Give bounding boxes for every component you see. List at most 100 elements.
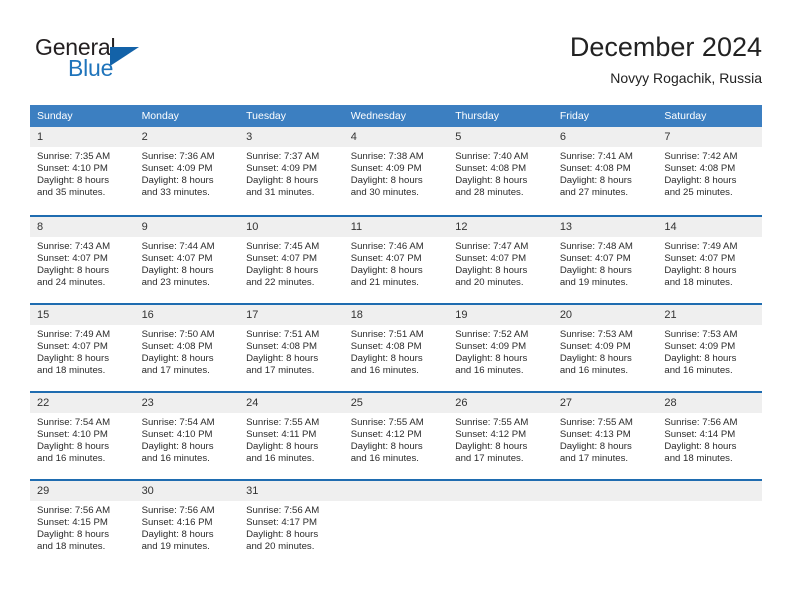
- daylight-text-line1: Daylight: 8 hours: [37, 264, 109, 276]
- table-cell[interactable]: 18 Sunrise: 7:51 AM Sunset: 4:08 PM Dayligh…: [343, 303, 449, 391]
- table-cell[interactable]: 4 Sunrise: 7:38 AM Sunset: 4:09 PM Daylight…: [343, 127, 449, 215]
- day-cell-empty: [657, 479, 762, 567]
- day-number: 29: [30, 481, 135, 501]
- calendar-body: 1 Sunrise: 7:35 AM Sunset: 4:10 PM Daylight…: [30, 127, 762, 567]
- table-cell[interactable]: 23 Sunrise: 7:54 AM Sunset: 4:10 PM Dayligh…: [134, 391, 240, 479]
- day-cell: 10 Sunrise: 7:45 AM Sunset: 4:07 PM Dayligh…: [239, 215, 344, 303]
- day-details: Sunrise: 7:41 AM Sunset: 4:08 PM Daylight:…: [553, 147, 658, 199]
- day-details: Sunrise: 7:52 AM Sunset: 4:09 PM Daylight:…: [448, 325, 553, 377]
- table-cell[interactable]: 20 Sunrise: 7:53 AM Sunset: 4:09 PM Dayligh…: [552, 303, 658, 391]
- day-cell: 24 Sunrise: 7:55 AM Sunset: 4:11 PM Dayligh…: [239, 391, 344, 479]
- table-cell[interactable]: [343, 479, 449, 567]
- table-cell[interactable]: 28 Sunrise: 7:56 AM Sunset: 4:14 PM Dayligh…: [657, 391, 762, 479]
- day-details: Sunrise: 7:47 AM Sunset: 4:07 PM Daylight:…: [448, 237, 553, 289]
- table-cell[interactable]: 29 Sunrise: 7:56 AM Sunset: 4:15 PM Dayligh…: [30, 479, 135, 567]
- day-details: Sunrise: 7:54 AM Sunset: 4:10 PM Daylight:…: [30, 413, 135, 465]
- daylight-text-line2: and 17 minutes.: [246, 364, 315, 376]
- table-cell[interactable]: 22 Sunrise: 7:54 AM Sunset: 4:10 PM Dayligh…: [30, 391, 135, 479]
- day-details: Sunrise: 7:54 AM Sunset: 4:10 PM Daylight:…: [135, 413, 240, 465]
- daylight-text-line2: and 21 minutes.: [350, 276, 419, 288]
- table-cell[interactable]: [657, 479, 762, 567]
- daylight-text-line2: and 23 minutes.: [141, 276, 210, 288]
- table-cell[interactable]: 11 Sunrise: 7:46 AM Sunset: 4:07 PM Dayligh…: [343, 215, 449, 303]
- daylight-text-line1: Daylight: 8 hours: [455, 174, 528, 186]
- day-number: [343, 481, 449, 501]
- day-number: 31: [239, 481, 344, 501]
- day-cell: 9 Sunrise: 7:44 AM Sunset: 4:07 PM Daylight…: [134, 215, 240, 303]
- sunrise-text: Sunrise: 7:35 AM: [37, 151, 111, 162]
- day-details: [448, 501, 553, 505]
- table-cell[interactable]: 27 Sunrise: 7:55 AM Sunset: 4:13 PM Dayligh…: [552, 391, 658, 479]
- sunset-text: Sunset: 4:10 PM: [37, 162, 108, 174]
- table-cell[interactable]: 7 Sunrise: 7:42 AM Sunset: 4:08 PM Daylight…: [657, 127, 762, 215]
- sunset-text: Sunset: 4:07 PM: [350, 252, 422, 264]
- table-cell[interactable]: 21 Sunrise: 7:53 AM Sunset: 4:09 PM Dayligh…: [657, 303, 762, 391]
- table-cell[interactable]: 9 Sunrise: 7:44 AM Sunset: 4:07 PM Daylight…: [134, 215, 240, 303]
- sunset-text: Sunset: 4:07 PM: [246, 252, 318, 264]
- table-cell[interactable]: 1 Sunrise: 7:35 AM Sunset: 4:10 PM Daylight…: [30, 127, 135, 215]
- table-cell[interactable]: 10 Sunrise: 7:45 AM Sunset: 4:07 PM Dayligh…: [239, 215, 344, 303]
- day-number: 21: [657, 305, 762, 325]
- table-cell[interactable]: 2 Sunrise: 7:36 AM Sunset: 4:09 PM Daylight…: [134, 127, 240, 215]
- table-cell[interactable]: 25 Sunrise: 7:55 AM Sunset: 4:12 PM Dayligh…: [343, 391, 449, 479]
- table-cell[interactable]: 24 Sunrise: 7:55 AM Sunset: 4:11 PM Dayligh…: [239, 391, 344, 479]
- table-cell[interactable]: 30 Sunrise: 7:56 AM Sunset: 4:16 PM Dayligh…: [134, 479, 240, 567]
- table-cell[interactable]: 14 Sunrise: 7:49 AM Sunset: 4:07 PM Dayligh…: [657, 215, 762, 303]
- table-cell[interactable]: 16 Sunrise: 7:50 AM Sunset: 4:08 PM Dayligh…: [134, 303, 240, 391]
- sunset-text: Sunset: 4:07 PM: [141, 252, 213, 264]
- weekday-header-saturday: Saturday: [657, 105, 762, 127]
- daylight-text-line2: and 22 minutes.: [246, 276, 315, 288]
- daylight-text-line2: and 16 minutes.: [559, 364, 629, 376]
- daylight-text-line1: Daylight: 8 hours: [350, 352, 423, 364]
- page-subtitle: Novyy Rogachik, Russia: [610, 70, 762, 86]
- daylight-text-line2: and 24 minutes.: [37, 276, 106, 288]
- sunrise-text: Sunrise: 7:55 AM: [559, 417, 633, 428]
- table-cell[interactable]: 26 Sunrise: 7:55 AM Sunset: 4:12 PM Dayligh…: [448, 391, 553, 479]
- daylight-text-line2: and 17 minutes.: [559, 452, 629, 464]
- table-cell[interactable]: [552, 479, 658, 567]
- table-cell[interactable]: 3 Sunrise: 7:37 AM Sunset: 4:09 PM Daylight…: [239, 127, 344, 215]
- day-number: 2: [134, 127, 240, 147]
- sunset-text: Sunset: 4:11 PM: [246, 428, 317, 440]
- day-details: Sunrise: 7:37 AM Sunset: 4:09 PM Daylight:…: [239, 147, 344, 199]
- table-cell[interactable]: 19 Sunrise: 7:52 AM Sunset: 4:09 PM Dayligh…: [448, 303, 553, 391]
- day-cell-empty: [552, 479, 658, 567]
- table-cell[interactable]: 12 Sunrise: 7:47 AM Sunset: 4:07 PM Dayligh…: [448, 215, 553, 303]
- table-cell[interactable]: 31 Sunrise: 7:56 AM Sunset: 4:17 PM Dayligh…: [239, 479, 344, 567]
- table-cell[interactable]: 13 Sunrise: 7:48 AM Sunset: 4:07 PM Dayligh…: [552, 215, 658, 303]
- day-details: [344, 501, 449, 505]
- day-number: 7: [657, 127, 762, 147]
- daylight-text-line2: and 31 minutes.: [246, 186, 315, 198]
- sunrise-text: Sunrise: 7:45 AM: [246, 241, 320, 252]
- daylight-text-line1: Daylight: 8 hours: [141, 528, 214, 540]
- table-cell[interactable]: 8 Sunrise: 7:43 AM Sunset: 4:07 PM Daylight…: [30, 215, 135, 303]
- day-number: 16: [134, 305, 240, 325]
- day-cell: 3 Sunrise: 7:37 AM Sunset: 4:09 PM Daylight…: [239, 127, 344, 215]
- day-details: Sunrise: 7:55 AM Sunset: 4:11 PM Daylight:…: [239, 413, 344, 465]
- day-cell: 11 Sunrise: 7:46 AM Sunset: 4:07 PM Dayligh…: [343, 215, 449, 303]
- day-details: Sunrise: 7:36 AM Sunset: 4:09 PM Daylight:…: [135, 147, 240, 199]
- table-cell[interactable]: [448, 479, 553, 567]
- table-cell[interactable]: 6 Sunrise: 7:41 AM Sunset: 4:08 PM Daylight…: [552, 127, 658, 215]
- sunset-text: Sunset: 4:07 PM: [37, 340, 108, 352]
- daylight-text-line1: Daylight: 8 hours: [559, 264, 632, 276]
- day-details: Sunrise: 7:49 AM Sunset: 4:07 PM Daylight:…: [30, 325, 135, 377]
- table-cell[interactable]: 15 Sunrise: 7:49 AM Sunset: 4:07 PM Dayligh…: [30, 303, 135, 391]
- sunset-text: Sunset: 4:13 PM: [559, 428, 631, 440]
- daylight-text-line2: and 33 minutes.: [141, 186, 210, 198]
- sunset-text: Sunset: 4:08 PM: [559, 162, 631, 174]
- day-details: Sunrise: 7:53 AM Sunset: 4:09 PM Daylight:…: [553, 325, 658, 377]
- day-details: Sunrise: 7:44 AM Sunset: 4:07 PM Daylight:…: [135, 237, 240, 289]
- sunrise-text: Sunrise: 7:54 AM: [37, 417, 111, 428]
- day-cell-empty: [343, 479, 449, 567]
- table-cell[interactable]: 17 Sunrise: 7:51 AM Sunset: 4:08 PM Dayligh…: [239, 303, 344, 391]
- calendar-week-row: 8 Sunrise: 7:43 AM Sunset: 4:07 PM Daylight…: [30, 215, 762, 303]
- sunrise-text: Sunrise: 7:56 AM: [664, 417, 738, 428]
- day-cell: 8 Sunrise: 7:43 AM Sunset: 4:07 PM Daylight…: [30, 215, 135, 303]
- day-cell: 31 Sunrise: 7:56 AM Sunset: 4:17 PM Dayligh…: [239, 479, 344, 567]
- brand-logo[interactable]: General Blue: [35, 34, 245, 90]
- table-cell[interactable]: 5 Sunrise: 7:40 AM Sunset: 4:08 PM Daylight…: [448, 127, 553, 215]
- sunset-text: Sunset: 4:10 PM: [141, 428, 213, 440]
- daylight-text-line2: and 18 minutes.: [664, 452, 733, 464]
- day-cell: 5 Sunrise: 7:40 AM Sunset: 4:08 PM Daylight…: [448, 127, 553, 215]
